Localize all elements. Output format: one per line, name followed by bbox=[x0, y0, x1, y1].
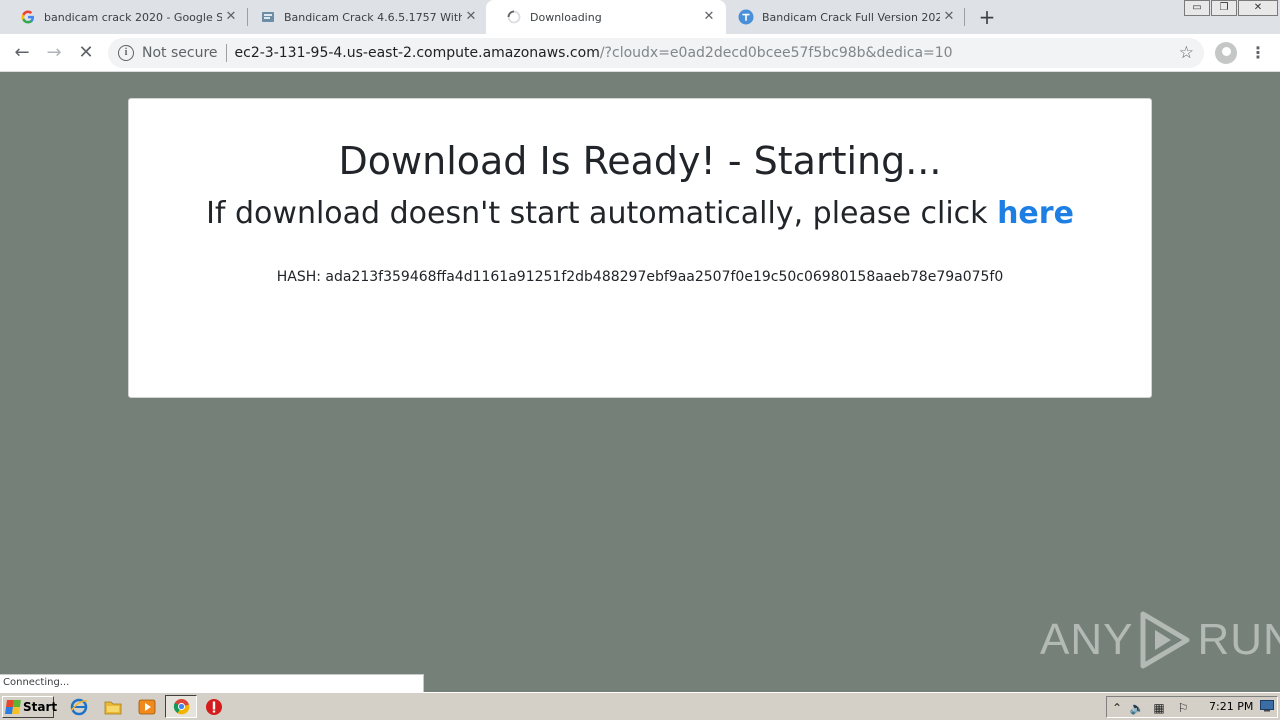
subheading-text: If download doesn't start automatically,… bbox=[206, 196, 998, 231]
back-button[interactable]: ← bbox=[10, 41, 34, 65]
system-tray: ⌃ 🔈 ▦ ⚐ 7:21 PM bbox=[1106, 696, 1278, 718]
url-path[interactable]: /?cloudx=e0ad2decd0bcee57f5bc98b&dedica=… bbox=[600, 45, 953, 61]
windows-logo-icon bbox=[5, 700, 21, 714]
close-tab-icon[interactable]: ✕ bbox=[224, 10, 238, 24]
tab-title: Bandicam Crack 4.6.5.1757 With Re bbox=[284, 10, 462, 24]
bookmark-star-icon[interactable]: ☆ bbox=[1179, 43, 1194, 63]
info-icon[interactable]: i bbox=[118, 45, 134, 61]
status-bubble: Connecting... bbox=[0, 674, 424, 692]
tab-separator bbox=[964, 8, 965, 26]
close-window-button[interactable]: ✕ bbox=[1238, 0, 1278, 16]
close-tab-icon[interactable]: ✕ bbox=[702, 10, 716, 24]
chrome-icon bbox=[173, 698, 190, 715]
download-card: Download Is Ready! - Starting... If down… bbox=[128, 98, 1152, 398]
start-label: Start bbox=[23, 700, 58, 714]
t-site-icon bbox=[738, 9, 754, 25]
divider bbox=[225, 44, 227, 62]
window-controls: ▭ ❐ ✕ bbox=[1183, 0, 1278, 18]
url-host[interactable]: ec2-3-131-95-4.us-east-2.compute.amazona… bbox=[235, 45, 600, 61]
tab-downloading[interactable]: Downloading ✕ bbox=[486, 0, 726, 34]
show-desktop-icon[interactable] bbox=[1259, 700, 1275, 716]
folder-icon[interactable] bbox=[104, 698, 122, 716]
anyrun-watermark: ANY RUN bbox=[1040, 610, 1280, 670]
media-player-icon[interactable] bbox=[138, 698, 156, 716]
profile-avatar-icon[interactable] bbox=[1215, 42, 1237, 64]
taskbar: Start ⌃ 🔈 ▦ ⚐ 7:21 PM bbox=[0, 692, 1280, 720]
internet-explorer-icon[interactable] bbox=[70, 698, 88, 716]
address-bar[interactable]: i Not secure ec2-3-131-95-4.us-east-2.co… bbox=[108, 38, 1204, 68]
google-icon bbox=[20, 9, 36, 25]
close-tab-icon[interactable]: ✕ bbox=[464, 10, 478, 24]
chrome-taskbar-button[interactable] bbox=[165, 695, 197, 718]
forward-button[interactable]: → bbox=[42, 41, 66, 65]
network-icon[interactable]: ▦ bbox=[1151, 700, 1167, 716]
tab-title: bandicam crack 2020 - Google Suche bbox=[44, 10, 222, 24]
show-hidden-icons-icon[interactable]: ⌃ bbox=[1109, 700, 1125, 716]
close-tab-icon[interactable]: ✕ bbox=[942, 10, 956, 24]
loading-spinner-icon bbox=[506, 9, 522, 25]
minimize-button[interactable]: ▭ bbox=[1184, 0, 1210, 16]
tab-strip: bandicam crack 2020 - Google Suche ✕ Ban… bbox=[0, 0, 1280, 34]
download-here-link[interactable]: here bbox=[997, 196, 1074, 231]
new-tab-button[interactable]: + bbox=[976, 6, 998, 28]
action-center-flag-icon[interactable]: ⚐ bbox=[1175, 700, 1191, 716]
menu-dots-icon[interactable]: ⋮ bbox=[1250, 42, 1266, 64]
tab-bandicam-crack-465[interactable]: Bandicam Crack 4.6.5.1757 With Re ✕ bbox=[240, 0, 488, 34]
tab-title: Downloading bbox=[530, 10, 602, 24]
browser-toolbar: ← → ✕ i Not secure ec2-3-131-95-4.us-eas… bbox=[0, 34, 1280, 72]
watermark-left: ANY bbox=[1040, 615, 1134, 664]
page-subheading: If download doesn't start automatically,… bbox=[129, 196, 1151, 231]
play-triangle-icon bbox=[1140, 611, 1190, 669]
hash-text: HASH: ada213f359468ffa4d1161a91251f2db48… bbox=[276, 269, 1004, 285]
start-button[interactable]: Start bbox=[2, 696, 58, 718]
restore-button[interactable]: ❐ bbox=[1211, 0, 1237, 16]
tab-title: Bandicam Crack Full Version 2020 Fr bbox=[762, 10, 940, 24]
page-icon bbox=[260, 9, 276, 25]
stop-sign-icon[interactable] bbox=[205, 698, 223, 716]
volume-icon[interactable]: 🔈 bbox=[1129, 700, 1145, 716]
tab-bandicam-full-version[interactable]: Bandicam Crack Full Version 2020 Fr ✕ bbox=[718, 0, 966, 34]
page-heading: Download Is Ready! - Starting... bbox=[338, 139, 942, 183]
clock[interactable]: 7:21 PM bbox=[1209, 700, 1253, 713]
watermark-right: RUN bbox=[1197, 615, 1280, 664]
stop-loading-button[interactable]: ✕ bbox=[74, 41, 98, 65]
security-label[interactable]: Not secure bbox=[142, 45, 218, 61]
tab-google-search[interactable]: bandicam crack 2020 - Google Suche ✕ bbox=[0, 0, 248, 34]
